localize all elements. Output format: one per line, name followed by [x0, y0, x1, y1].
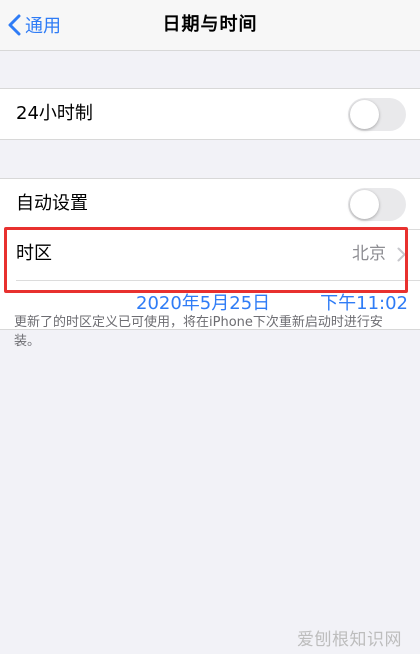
watermark: 爱刨根知识网	[297, 630, 402, 650]
timezone-row[interactable]: 时区 北京	[0, 229, 420, 279]
auto-set-toggle[interactable]	[348, 188, 406, 221]
hour24-label: 24小时制	[16, 103, 93, 124]
toggle-knob	[350, 190, 379, 219]
datetime-group: 自动设置 时区 北京 2020年5月25日 下午11:02	[0, 178, 420, 330]
page-title: 日期与时间	[162, 14, 258, 35]
auto-set-label: 自动设置	[16, 193, 88, 214]
toggle-knob	[350, 100, 379, 129]
timezone-value: 北京	[352, 244, 386, 264]
timezone-label: 时区	[16, 243, 52, 264]
hour24-group: 24小时制	[0, 88, 420, 140]
hour24-toggle[interactable]	[348, 98, 406, 131]
chevron-right-icon	[397, 247, 406, 262]
auto-set-row: 自动设置	[0, 179, 420, 229]
navigation-bar: 通用 日期与时间	[0, 0, 420, 51]
hour24-row: 24小时制	[0, 89, 420, 139]
timezone-footnote: 更新了的时区定义已可使用，将在iPhone下次重新启动时进行安装。	[14, 315, 383, 349]
